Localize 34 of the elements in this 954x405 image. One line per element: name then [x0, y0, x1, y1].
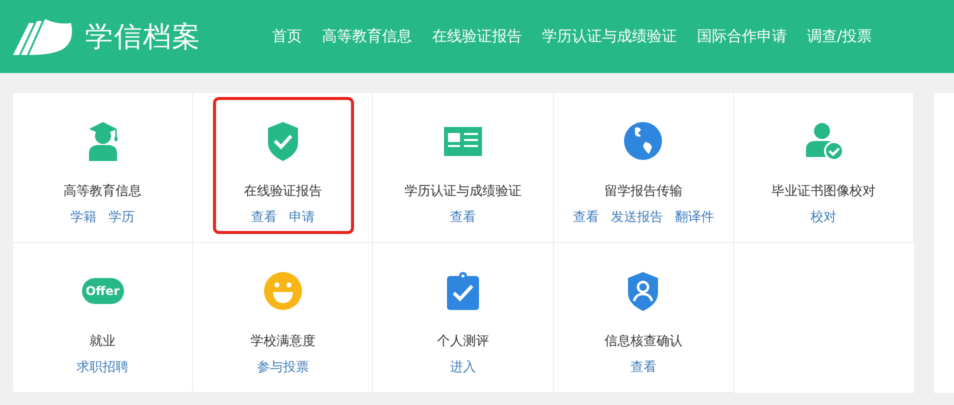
- logo-text: 学信档案: [85, 18, 201, 54]
- tile-link[interactable]: 发送报告: [610, 208, 663, 226]
- nav-link[interactable]: 国际合作申请: [697, 27, 787, 46]
- tile-title: 毕业证书图像校对: [772, 183, 876, 200]
- tile-title: 信息核查确认: [604, 333, 682, 350]
- tile-link[interactable]: 申请: [288, 208, 315, 226]
- nav-link[interactable]: 调查/投票: [807, 27, 872, 46]
- tile-link[interactable]: 进入: [450, 358, 476, 376]
- tile-title: 在线验证报告: [244, 183, 322, 200]
- nav-link[interactable]: 高等教育信息: [322, 27, 412, 46]
- offer-icon: Offer: [82, 278, 124, 304]
- tile-link[interactable]: 学籍: [70, 208, 97, 226]
- logo-icon: [13, 18, 73, 54]
- nav-link[interactable]: 学历认证与成绩验证: [542, 27, 677, 46]
- smiley-icon: [262, 271, 303, 311]
- tile-link[interactable]: 查看: [250, 208, 277, 226]
- tile-link[interactable]: 查看: [450, 208, 476, 226]
- tile-link[interactable]: 求职招聘: [76, 358, 129, 376]
- tile-link[interactable]: 参与投票: [256, 358, 309, 376]
- tile-title: 个人测评: [437, 333, 490, 350]
- tile-link[interactable]: 查看: [572, 208, 599, 226]
- tile-link[interactable]: 查看: [630, 358, 656, 376]
- tile-title: 学校满意度: [250, 333, 316, 350]
- nav-link[interactable]: 在线验证报告: [432, 27, 522, 46]
- tile-title: 学历认证与成绩验证: [404, 183, 522, 200]
- tile-title: 高等教育信息: [64, 182, 142, 200]
- tile-title: 留学报告传输: [604, 183, 682, 200]
- user-check-icon: [804, 121, 844, 161]
- tile-link[interactable]: 学历: [108, 208, 135, 226]
- tile-title: 就业: [90, 333, 116, 350]
- tile-link[interactable]: 翻译件: [674, 208, 714, 226]
- globe-icon: [623, 121, 664, 161]
- nav-link[interactable]: 首页: [272, 27, 302, 46]
- tile-link[interactable]: 校对: [810, 208, 837, 226]
